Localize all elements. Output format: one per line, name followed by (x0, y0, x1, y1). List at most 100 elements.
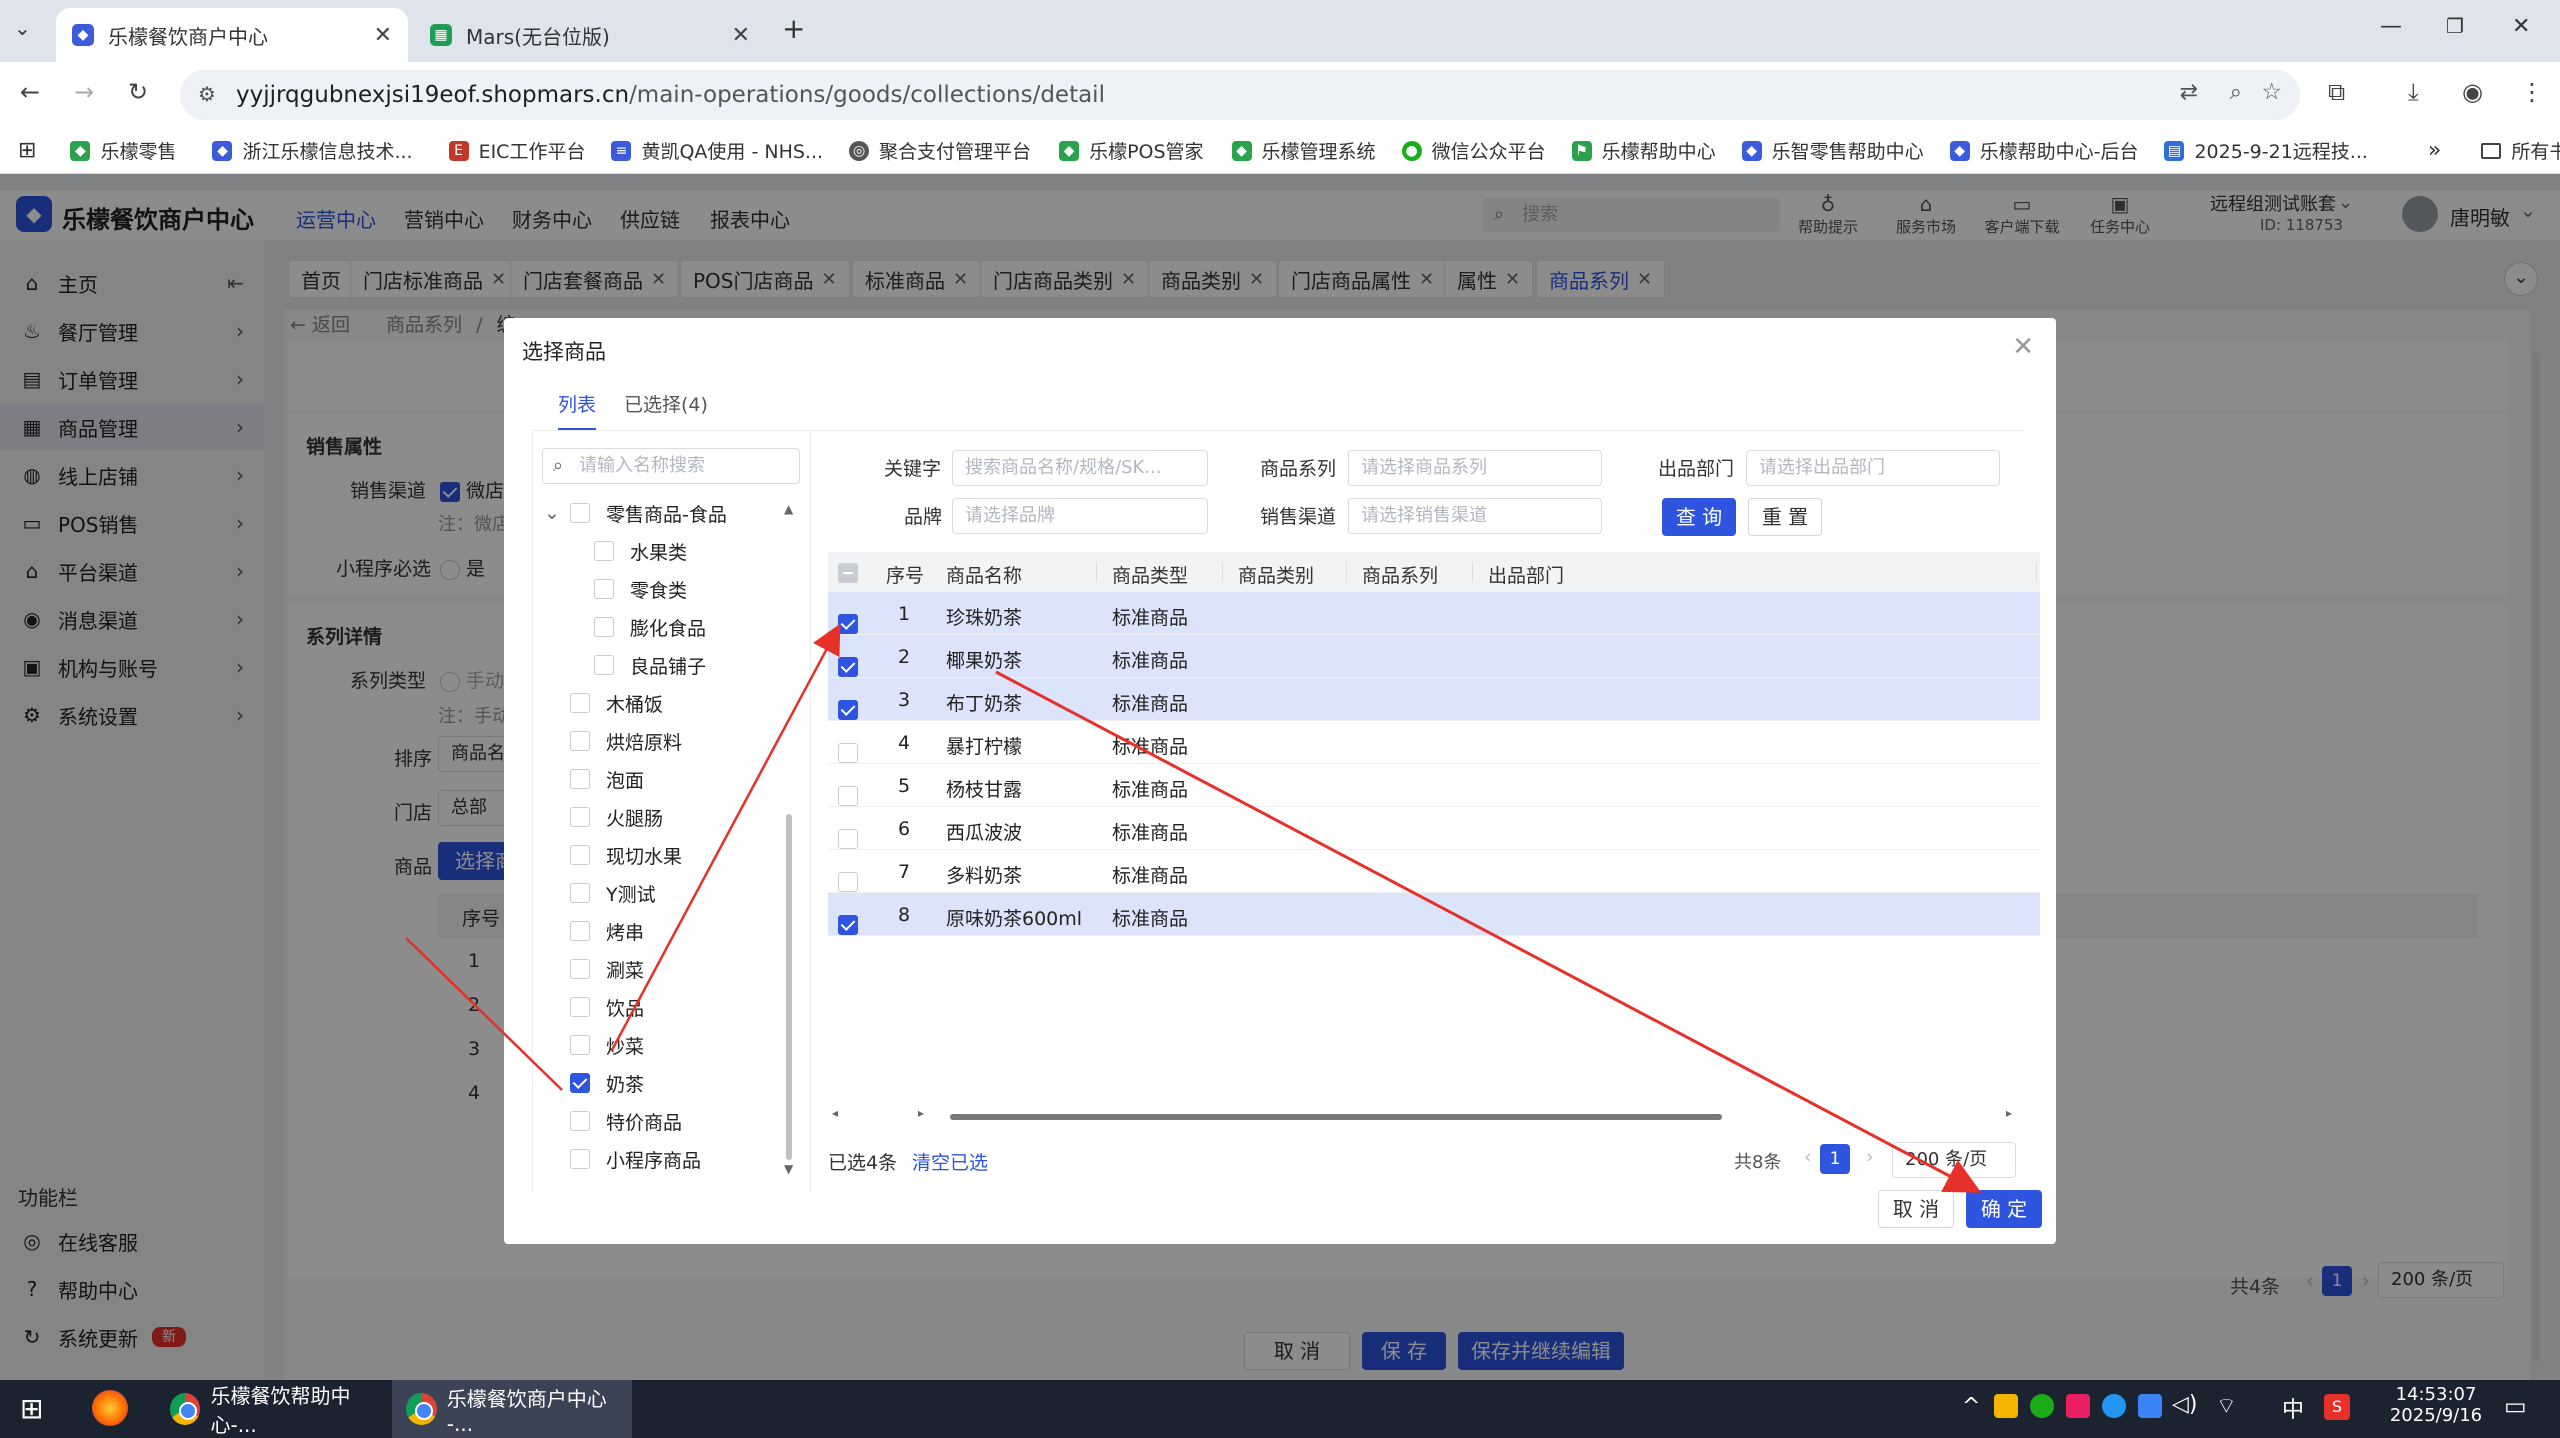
scroll-right-icon[interactable]: ▸ (918, 1106, 924, 1120)
bookmark-item[interactable]: ● 微信公众平台 (1401, 137, 1546, 164)
bookmark-item[interactable]: ◎ 聚合支付管理平台 (849, 137, 1031, 164)
bookmark-item[interactable]: ◆ 乐檬帮助中心-后台 (1949, 137, 2138, 164)
tree-node[interactable]: 火腿肠 (544, 800, 663, 834)
scroll-right-icon[interactable]: ▸ (2006, 1106, 2012, 1120)
address-bar[interactable]: ⚙ yyjjrqgubnexjsi19eof.shopmars.cn/main-… (180, 70, 2300, 120)
table-row[interactable]: 6 西瓜波波 标准商品 (828, 807, 2040, 850)
sogou-icon[interactable]: S (2324, 1394, 2350, 1420)
table-row[interactable]: 1 珍珠奶茶 标准商品 (828, 592, 2040, 635)
tree-checkbox[interactable] (570, 693, 590, 713)
tree-expand-icon[interactable]: ⌄ (544, 502, 570, 524)
tab-search-icon[interactable]: ⌄ (14, 16, 31, 40)
notifications-icon[interactable]: ▭ (2504, 1392, 2527, 1420)
bookmark-item[interactable]: ◆ 乐智零售帮助中心 (1741, 137, 1924, 164)
keyword-input[interactable]: 搜索商品名称/规格/SK... (952, 450, 1208, 486)
tree-checkbox[interactable] (570, 959, 590, 979)
tree-checkbox[interactable] (594, 655, 614, 675)
tree-checkbox[interactable] (570, 921, 590, 941)
extensions-icon[interactable]: ⧉ (2328, 78, 2345, 106)
tree-node[interactable]: 木桶饭 (544, 686, 663, 720)
brand-select[interactable]: 请选择品牌 (952, 498, 1208, 534)
minimize-icon[interactable]: — (2380, 14, 2402, 39)
bookmark-item[interactable]: ≡ 黄凯QA使用 - NHS... (611, 137, 823, 164)
firefox-icon[interactable] (92, 1390, 128, 1426)
browser-tab-active[interactable]: ◆ 乐檬餐饮商户中心 ✕ (56, 8, 408, 62)
tab-selected[interactable]: 已选择(4) (624, 390, 708, 417)
bookmark-item[interactable]: ◆ 乐檬管理系统 (1231, 137, 1376, 164)
dept-select[interactable]: 请选择出品部门 (1746, 450, 2000, 486)
restore-icon[interactable]: ❐ (2446, 14, 2464, 38)
tree-checkbox[interactable] (570, 769, 590, 789)
bookmark-item[interactable]: ◆ 乐檬POS管家 (1059, 137, 1204, 164)
tree-scroll-down-icon[interactable]: ▼ (784, 1162, 793, 1176)
table-row[interactable]: 4 暴打柠檬 标准商品 (828, 721, 2040, 764)
scroll-left-icon[interactable]: ◂ (832, 1106, 838, 1120)
tree-node[interactable]: Y测试 (544, 876, 656, 910)
tree-node[interactable]: 涮菜 (544, 952, 644, 986)
cancel-button[interactable]: 取 消 (1878, 1190, 1954, 1228)
tree-checkbox[interactable] (570, 1073, 590, 1093)
select-all-checkbox[interactable] (838, 561, 858, 583)
tree-node[interactable]: 烤串 (544, 914, 644, 948)
tree-node[interactable]: 奶茶 (544, 1066, 644, 1100)
tray-expand-icon[interactable]: ^ (1962, 1394, 1980, 1419)
close-tab-icon[interactable]: ✕ (374, 23, 392, 48)
tree-node[interactable]: 水果类 (568, 534, 687, 568)
reload-icon[interactable]: ↻ (128, 78, 148, 106)
bookmark-item[interactable]: ⚑ 乐檬帮助中心 (1571, 137, 1716, 164)
bookmark-star-icon[interactable]: ☆ (2261, 79, 2282, 105)
download-icon[interactable]: ⤓ (2408, 78, 2419, 106)
all-bookmarks[interactable]: 所有书签 (2481, 137, 2560, 164)
tree-node[interactable]: 泡面 (544, 762, 644, 796)
tree-node[interactable]: 特价商品 (544, 1104, 682, 1138)
close-window-icon[interactable]: ✕ (2512, 14, 2530, 39)
tree-checkbox[interactable] (594, 579, 614, 599)
tree-checkbox[interactable] (570, 845, 590, 865)
profile-icon[interactable]: ◉ (2462, 78, 2483, 106)
table-row[interactable]: 2 椰果奶茶 标准商品 (828, 635, 2040, 678)
next-page-icon[interactable]: › (1866, 1146, 1874, 1168)
table-row[interactable]: 5 杨枝甘露 标准商品 (828, 764, 2040, 807)
clear-selected-link[interactable]: 清空已选 (912, 1148, 988, 1175)
tree-scrollbar[interactable] (786, 814, 792, 1160)
bookmark-item[interactable]: ◆ 浙江乐檬信息技术... (212, 137, 413, 164)
confirm-button[interactable]: 确 定 (1966, 1190, 2042, 1228)
tree-checkbox[interactable] (594, 617, 614, 637)
tree-search-input[interactable]: ⌕ 请输入名称搜索 (542, 448, 800, 484)
series-select[interactable]: 请选择商品系列 (1348, 450, 1602, 486)
tree-node[interactable]: 零食类 (568, 572, 687, 606)
tree-checkbox[interactable] (570, 1111, 590, 1131)
back-icon[interactable]: ← (20, 78, 40, 106)
tree-node[interactable]: ⌄ 零售商品-食品 (544, 496, 727, 530)
menu-icon[interactable]: ⋮ (2520, 78, 2544, 106)
windows-start-icon[interactable]: ⊞ (20, 1392, 43, 1425)
tree-checkbox[interactable] (570, 1035, 590, 1055)
table-row[interactable]: 3 布丁奶茶 标准商品 (828, 678, 2040, 721)
tree-node[interactable]: 饮品 (544, 990, 644, 1024)
apps-grid-icon[interactable]: ⊞ (18, 138, 36, 163)
taskbar-app[interactable]: 乐檬餐饮帮助中心-... (156, 1380, 388, 1438)
zoom-icon[interactable]: ⌕ (2230, 80, 2242, 105)
forward-icon[interactable]: → (74, 78, 94, 106)
page-number[interactable]: 1 (1820, 1144, 1850, 1174)
tray-app-icon[interactable] (2138, 1394, 2162, 1418)
ime-indicator[interactable]: 中 (2282, 1392, 2304, 1424)
page-size-select[interactable]: 200 条/页 (1892, 1142, 2016, 1178)
site-info-icon[interactable]: ⚙ (198, 82, 216, 106)
channel-select[interactable]: 请选择销售渠道 (1348, 498, 1602, 534)
clock[interactable]: 14:53:07 2025/9/16 (2380, 1384, 2492, 1426)
tree-node[interactable]: 炒菜 (544, 1028, 644, 1062)
prev-page-icon[interactable]: ‹ (1804, 1146, 1812, 1168)
tray-app-icon[interactable] (2066, 1394, 2090, 1418)
tray-app-icon[interactable] (2102, 1394, 2126, 1418)
translate-icon[interactable]: ⇄ (2180, 80, 2198, 105)
table-row[interactable]: 8 原味奶茶600ml 标准商品 (828, 893, 2040, 936)
browser-tab[interactable]: ▦ Mars(无台位版) ✕ (414, 8, 766, 62)
tree-checkbox[interactable] (570, 1149, 590, 1169)
bookmark-item[interactable]: E EIC工作平台 (448, 137, 585, 164)
tree-checkbox[interactable] (570, 731, 590, 751)
close-tab-icon[interactable]: ✕ (732, 23, 750, 48)
table-row[interactable]: 7 多料奶茶 标准商品 (828, 850, 2040, 893)
tree-checkbox[interactable] (594, 541, 614, 561)
query-button[interactable]: 查 询 (1662, 498, 1736, 536)
